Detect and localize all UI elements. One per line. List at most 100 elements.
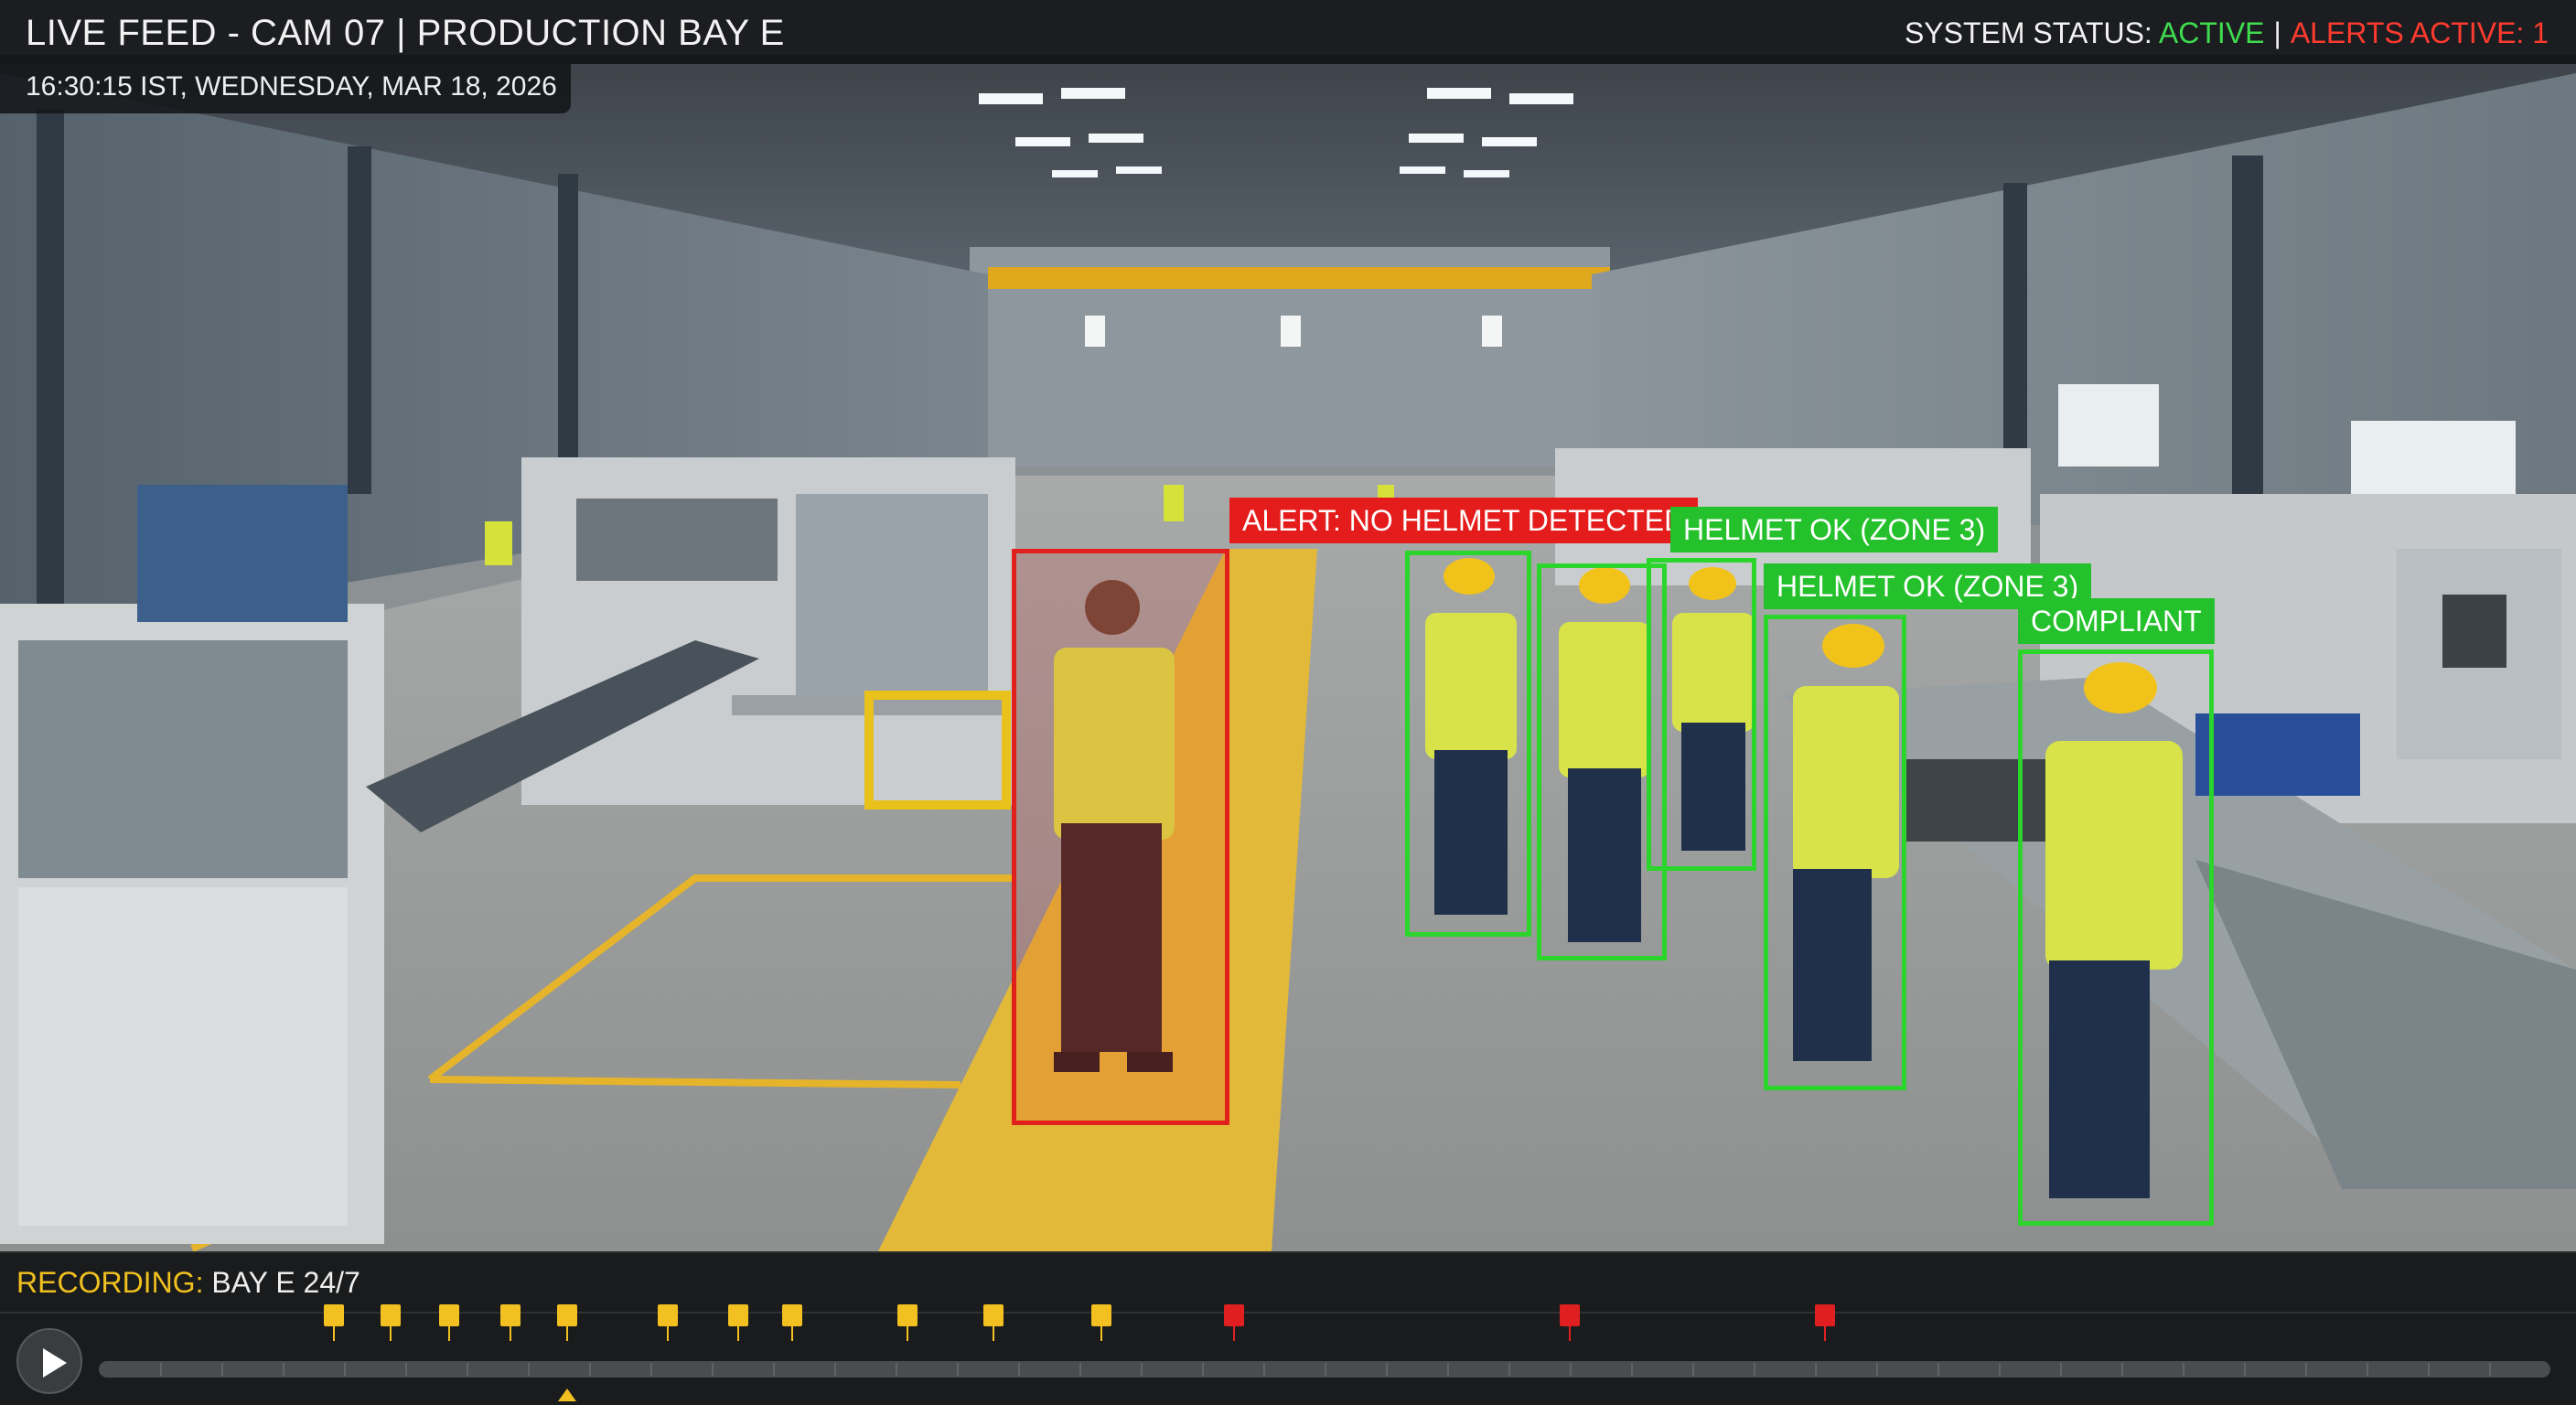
timeline-tick [1754,1363,1755,1376]
timeline-tick [1570,1363,1572,1376]
timeline-tick [1386,1363,1388,1376]
event-marker-red[interactable] [1560,1304,1580,1341]
marker-stem [791,1325,794,1341]
timeline-tick [1141,1363,1143,1376]
timeline-tick [1325,1363,1326,1376]
video-feed: ALERT: NO HELMET DETECTED HELMET OK (ZON… [0,0,2576,1251]
marker-stem [389,1325,392,1341]
detection-box-alert[interactable] [1012,549,1229,1125]
marker-flag-icon [1091,1304,1112,1326]
marker-flag-icon [380,1304,401,1326]
recording-info: RECORDING: BAY E 24/7 [16,1266,360,1300]
detection-box-worker-4[interactable] [1647,558,1756,871]
detection-label-helmet-ok-1: HELMET OK (ZONE 3) [1670,507,1999,552]
detection-box-worker-2[interactable] [1405,551,1531,937]
event-marker-yellow[interactable] [439,1304,460,1341]
event-marker-yellow[interactable] [324,1304,345,1341]
marker-flag-icon [782,1304,803,1326]
timeline-tick [834,1363,836,1376]
timeline-tick [2367,1363,2368,1376]
marker-flag-icon [657,1304,678,1326]
timeline-tick [896,1363,897,1376]
alerts-count[interactable]: ALERTS ACTIVE: 1 [2291,16,2549,49]
marker-stem [993,1325,995,1341]
event-marker-yellow[interactable] [728,1304,749,1341]
marker-stem [510,1325,512,1341]
timeline-tick [1018,1363,1020,1376]
marker-stem [448,1325,451,1341]
event-marker-red[interactable] [1223,1304,1244,1341]
marker-flag-icon [324,1304,345,1326]
marker-stem [1232,1325,1235,1341]
timeline-tick [2183,1363,2184,1376]
marker-flag-icon [1223,1304,1244,1326]
marker-stem [1100,1325,1103,1341]
event-marker-yellow[interactable] [897,1304,918,1341]
event-marker-yellow[interactable] [983,1304,1004,1341]
detection-box-worker-5[interactable] [1764,615,1906,1090]
timeline-tick [1815,1363,1817,1376]
marker-flag-icon [500,1304,521,1326]
event-marker-yellow[interactable] [500,1304,521,1341]
timestamp-box: 16:30:15 IST, WEDNESDAY, MAR 18, 2026 [0,64,571,113]
event-marker-yellow[interactable] [556,1304,577,1341]
timeline-tick [2428,1363,2430,1376]
timeline-tick [2489,1363,2491,1376]
timeline-tick [1508,1363,1510,1376]
feed-title: LIVE FEED - CAM 07 | PRODUCTION BAY E [26,13,785,53]
timeline-tick [650,1363,652,1376]
recording-value: BAY E 24/7 [211,1266,360,1299]
marker-stem [907,1325,909,1341]
event-marker-yellow[interactable] [657,1304,678,1341]
play-button[interactable] [16,1328,82,1394]
timeline-tick [1999,1363,2001,1376]
marker-stem [1569,1325,1571,1341]
marker-flag-icon [983,1304,1004,1326]
status-value: ACTIVE [2158,16,2265,49]
title-bar: LIVE FEED - CAM 07 | PRODUCTION BAY E SY… [0,0,2576,64]
marker-stem [565,1325,568,1341]
marker-flag-icon [439,1304,460,1326]
timeline-tick [712,1363,714,1376]
marker-stem [1823,1325,1826,1341]
marker-stem [666,1325,669,1341]
event-marker-red[interactable] [1814,1304,1835,1341]
status-separator: | [2273,16,2281,49]
marker-flag-icon [556,1304,577,1326]
playhead-icon[interactable] [557,1389,576,1401]
event-marker-yellow[interactable] [782,1304,803,1341]
event-marker-yellow[interactable] [380,1304,401,1341]
detection-label-compliant: COMPLIANT [2018,598,2215,644]
timeline-tick [2244,1363,2246,1376]
timeline-tick [160,1363,162,1376]
timeline-tick [2060,1363,2062,1376]
timeline-tick [589,1363,591,1376]
system-status: SYSTEM STATUS: ACTIVE | ALERTS ACTIVE: 1 [1905,16,2549,50]
timeline-tick [1692,1363,1694,1376]
timeline-tick [773,1363,775,1376]
marker-stem [333,1325,336,1341]
timeline-tick [2121,1363,2123,1376]
marker-flag-icon [1560,1304,1580,1326]
timeline-tick [1937,1363,1939,1376]
status-label: SYSTEM STATUS: [1904,16,2152,49]
event-marker-yellow[interactable] [1091,1304,1112,1341]
timeline-tick [1079,1363,1081,1376]
marker-flag-icon [728,1304,749,1326]
marker-stem [737,1325,740,1341]
timeline-tick [1876,1363,1878,1376]
detection-box-worker-6[interactable] [2018,649,2214,1226]
timeline-tick [1263,1363,1265,1376]
marker-flag-icon [897,1304,918,1326]
timeline[interactable] [99,1304,2550,1401]
playback-bar: RECORDING: BAY E 24/7 [0,1251,2576,1405]
timeline-tick [1631,1363,1633,1376]
timeline-tick [344,1363,346,1376]
play-icon [43,1348,67,1378]
timeline-tick [1202,1363,1204,1376]
marker-flag-icon [1814,1304,1835,1326]
timeline-tick [528,1363,530,1376]
recording-label: RECORDING: [16,1266,204,1299]
timeline-tick [283,1363,284,1376]
timeline-tick [2305,1363,2307,1376]
